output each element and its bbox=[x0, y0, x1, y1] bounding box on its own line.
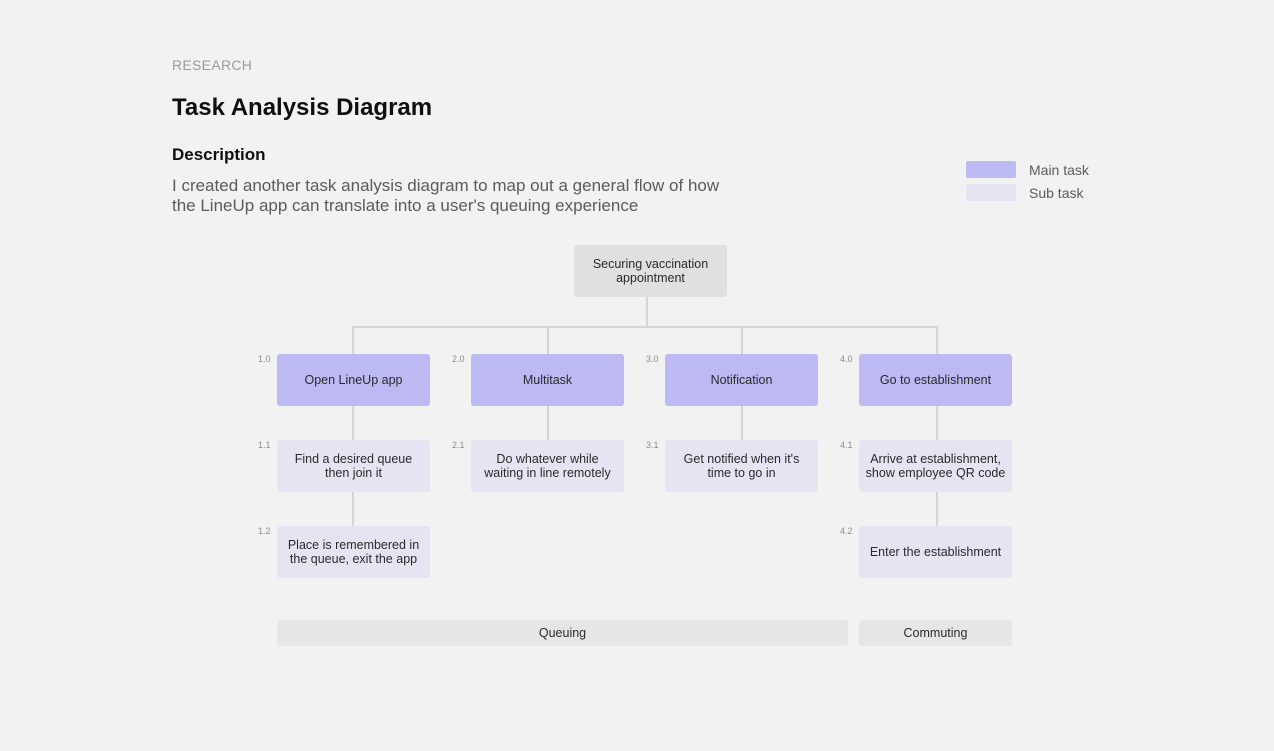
task-number-2-0: 2.0 bbox=[452, 354, 465, 364]
legend-swatch-sub bbox=[966, 184, 1016, 201]
legend-item-main: Main task bbox=[966, 158, 1089, 181]
sub-task-enter-establishment: Enter the establishment bbox=[859, 526, 1012, 578]
legend-label-main: Main task bbox=[1029, 161, 1089, 178]
main-task-open-lineup-app: Open LineUp app bbox=[277, 354, 430, 406]
legend-swatch-main bbox=[966, 161, 1016, 178]
task-number-4-2: 4.2 bbox=[840, 526, 853, 536]
task-number-4-1: 4.1 bbox=[840, 440, 853, 450]
page-title: Task Analysis Diagram bbox=[172, 94, 433, 121]
section-eyebrow: RESEARCH bbox=[172, 57, 253, 73]
legend: Main task Sub task bbox=[966, 158, 1089, 204]
description-heading: Description bbox=[172, 145, 266, 164]
sub-task-place-remembered: Place is remembered in the queue, exit t… bbox=[277, 526, 430, 578]
task-number-4-0: 4.0 bbox=[840, 354, 853, 364]
task-number-1-1: 1.1 bbox=[258, 440, 271, 450]
legend-label-sub: Sub task bbox=[1029, 184, 1084, 201]
main-task-multitask: Multitask bbox=[471, 354, 624, 406]
sub-task-show-qr-code: Arrive at establishment, show employee Q… bbox=[859, 440, 1012, 492]
sub-task-wait-remotely: Do whatever while waiting in line remote… bbox=[471, 440, 624, 492]
legend-item-sub: Sub task bbox=[966, 181, 1089, 204]
root-task: Securing vaccination appointment bbox=[574, 245, 727, 297]
main-task-go-to-establishment: Go to establishment bbox=[859, 354, 1012, 406]
task-number-2-1: 2.1 bbox=[452, 440, 465, 450]
sub-task-get-notified: Get notified when it's time to go in bbox=[665, 440, 818, 492]
task-number-3-0: 3.0 bbox=[646, 354, 659, 364]
main-task-notification: Notification bbox=[665, 354, 818, 406]
task-number-3-1: 3.1 bbox=[646, 440, 659, 450]
sub-task-find-queue: Find a desired queue then join it bbox=[277, 440, 430, 492]
task-number-1-2: 1.2 bbox=[258, 526, 271, 536]
task-number-1-0: 1.0 bbox=[258, 354, 271, 364]
description-text: I created another task analysis diagram … bbox=[172, 176, 720, 215]
phase-queuing: Queuing bbox=[277, 620, 848, 646]
phase-commuting: Commuting bbox=[859, 620, 1012, 646]
